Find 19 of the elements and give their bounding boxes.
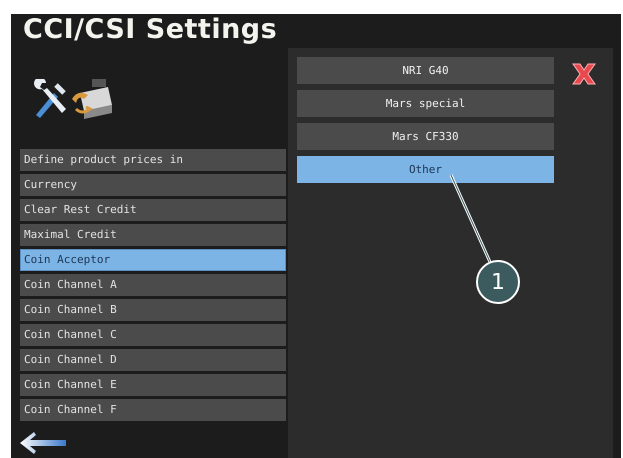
menu-item[interactable]: Coin Channel E (20, 374, 286, 396)
option-button[interactable]: Other (297, 156, 554, 183)
menu-item[interactable]: Coin Channel B (20, 299, 286, 321)
option-button[interactable]: Mars special (297, 90, 554, 117)
menu-item[interactable]: Coin Channel F (20, 399, 286, 421)
option-button[interactable]: NRI G40 (297, 57, 554, 84)
menu-item[interactable]: Currency (20, 174, 286, 196)
cash-register-icon (70, 78, 114, 118)
option-button[interactable]: Mars CF330 (297, 123, 554, 150)
menu-item[interactable]: Coin Channel C (20, 324, 286, 346)
tools-icon (32, 78, 68, 118)
menu-item[interactable]: Coin Channel A (20, 274, 286, 296)
menu-item[interactable]: Coin Acceptor (20, 249, 286, 271)
menu-item[interactable]: Coin Channel D (20, 349, 286, 371)
menu-item[interactable]: Maximal Credit (20, 224, 286, 246)
callout-number: 1 (476, 260, 520, 304)
menu-item[interactable]: Clear Rest Credit (20, 199, 286, 221)
menu-item[interactable]: Define product prices in (20, 149, 286, 171)
screen-title: CCI/CSI Settings (22, 14, 278, 47)
